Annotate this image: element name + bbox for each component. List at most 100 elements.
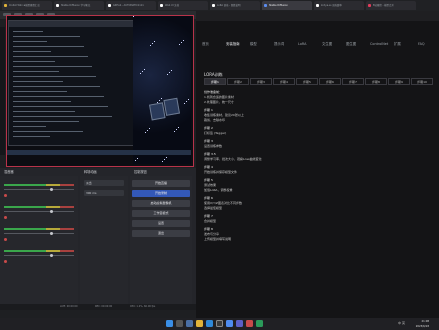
volume-slider[interactable] [4,211,74,212]
nav-item[interactable]: 文生图 [322,39,332,49]
tab-favicon-icon [212,4,215,7]
step-tab[interactable]: 步骤8 [365,78,387,85]
nav-item[interactable]: ControlNet [370,39,388,49]
captured-taskbar [7,150,191,155]
control-button[interactable]: 工作室模式 [132,210,190,217]
step-tab[interactable]: 步骤7 [342,78,364,85]
mute-icon[interactable] [4,216,7,219]
step-tab[interactable]: 步骤6 [319,78,341,85]
browser-tab[interactable]: Web UI 文档 [158,1,208,10]
volume-slider-handle[interactable] [50,210,53,213]
control-button[interactable]: 启动虚拟摄像机 [132,200,190,207]
nav-item[interactable]: 扩展 [394,39,401,49]
transition-select[interactable]: 淡出 [84,180,124,186]
section-heading: 步骤 2 [204,126,213,130]
obs-taskbar-icon[interactable] [216,320,223,327]
star [133,16,134,17]
captured-screen [8,20,134,146]
mute-icon[interactable] [4,260,7,263]
captured-text-line [13,136,50,137]
star [166,157,167,158]
browser-tab[interactable]: LoRA 训练 - 参数说明 [210,1,260,10]
captured-text-line [13,76,96,77]
captured-text-line [13,126,46,127]
captured-text-line [13,96,104,97]
web-page [196,11,439,318]
step-tab[interactable]: 步骤3 [250,78,272,85]
browser-tab[interactable]: Stable Diffusion 学习笔记 [54,1,104,10]
nav-item[interactable]: 提示词 [274,39,284,49]
tab-favicon-icon [56,4,59,7]
volume-slider-handle[interactable] [50,188,53,191]
step-tab[interactable]: 步骤5 [296,78,318,85]
nav-item[interactable]: 图生图 [346,39,356,49]
tab-label: B站教程 - 模型合并 [373,4,394,7]
volume-meter [4,250,74,252]
nav-item[interactable]: LoRA [298,39,306,49]
captured-text-line [13,121,79,122]
clock[interactable]: 21:08 2023/6/18 [416,319,429,329]
captured-text-line [13,91,67,92]
step-tab[interactable]: 步骤9 [388,78,410,85]
volume-meter [4,206,74,208]
mute-icon[interactable] [4,194,7,197]
browser-tab[interactable]: kohya-ss 训练脚本 [314,1,364,10]
step-tab[interactable]: 步骤4 [273,78,295,85]
browser-tab[interactable]: B站教程 - 模型合并 [366,1,416,10]
nav-item[interactable]: FAQ [418,39,425,49]
volume-meter [4,184,74,186]
system-tray[interactable]: 中 英 [398,321,405,325]
transition-duration[interactable]: 300 ms [84,190,124,196]
control-button[interactable]: 开始直播 [132,180,190,187]
chrome-icon[interactable] [226,320,233,327]
paragraph-line: 2.处理图片，统一尺寸 [204,100,234,104]
volume-slider[interactable] [4,233,74,234]
volume-slider-handle[interactable] [50,254,53,257]
address-bar[interactable] [196,11,439,21]
browser-tab-bar: CivitAI Wiki ★模型教程汇总 Stable Diffusion 学习笔… [0,0,439,11]
control-button[interactable]: 设置 [132,220,190,227]
star [162,161,163,162]
app-icon-3[interactable] [256,320,263,327]
star [150,45,151,46]
nav-item[interactable]: 首页 [202,39,209,49]
browser-tab[interactable]: Stable Diffusion [262,1,312,10]
app-icon[interactable] [236,320,243,327]
star [137,158,138,159]
star [140,73,141,74]
paragraph-line: 1.找到合适的图片素材 [204,95,234,99]
section-heading: 步骤 3.5 [204,152,216,156]
browser-tab[interactable]: GitHub - AUTOMATIC1111 [106,1,156,10]
file-explorer-icon[interactable] [196,320,203,327]
tab-label: GitHub - AUTOMATIC1111 [113,4,144,7]
task-view-icon[interactable] [186,320,193,327]
control-button[interactable]: 开始录制 [132,190,190,197]
step-tab[interactable]: 步骤1 [204,78,226,85]
captured-text-line [13,101,71,102]
search-icon[interactable] [176,320,183,327]
clock-date: 2023/6/18 [415,325,429,328]
nav-item[interactable]: 模型 [250,39,257,49]
volume-slider[interactable] [4,255,74,256]
edge-icon[interactable] [206,320,213,327]
app-icon-2[interactable] [246,320,253,327]
browser-tab[interactable]: CivitAI Wiki ★模型教程汇总 [2,1,52,10]
nav-item[interactable]: 安装指南 [226,39,240,49]
control-button[interactable]: 退出 [132,230,190,237]
step-tab[interactable]: 步骤10 [411,78,433,85]
tab-label: Web UI 文档 [165,4,179,7]
step-tab[interactable]: 步骤2 [227,78,249,85]
obs-status-bar: LIVE: 00:00:00 REC: 00:00:00 CPU: 1.2%, … [0,304,196,310]
star [184,103,185,104]
mute-icon[interactable] [4,238,7,241]
captured-text-line [13,106,108,107]
volume-slider[interactable] [4,189,74,190]
tab-favicon-icon [108,4,111,7]
start-icon[interactable] [166,320,173,327]
volume-slider-handle[interactable] [50,232,53,235]
status-cpu: CPU: 1.2%, 60.00 fps [130,305,156,308]
status-live: LIVE: 00:00:00 [60,305,78,308]
tab-label: CivitAI Wiki ★模型教程汇总 [9,4,40,7]
section-heading: 创作准备前： [204,90,223,94]
section-heading: 步骤 6 [204,196,213,200]
